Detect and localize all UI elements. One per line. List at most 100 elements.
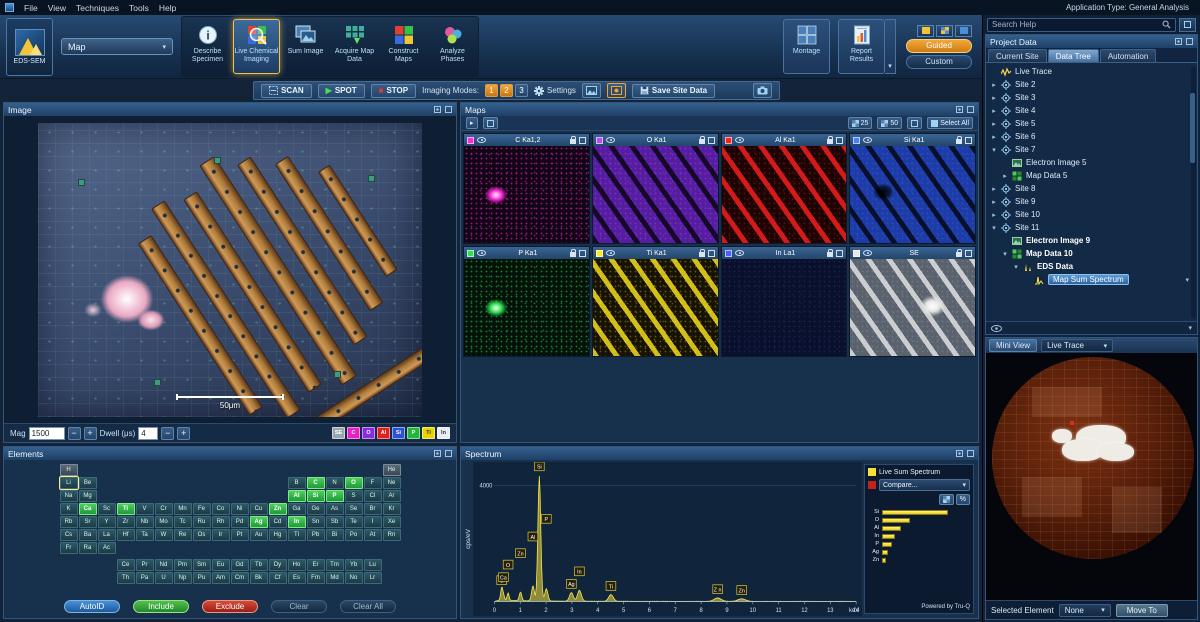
element-cell-k[interactable]: K bbox=[60, 503, 78, 515]
map-header-ti-ka1[interactable]: Ti Ka1 bbox=[593, 247, 718, 259]
visibility-icon[interactable] bbox=[863, 250, 872, 256]
expander-icon[interactable]: ▾ bbox=[990, 146, 998, 154]
scan-button[interactable]: SCAN bbox=[261, 84, 312, 98]
element-cell-he[interactable]: He bbox=[383, 464, 401, 476]
visibility-icon[interactable] bbox=[863, 137, 872, 143]
element-cell-ne[interactable]: Ne bbox=[383, 477, 401, 489]
element-cell-rn[interactable]: Rn bbox=[383, 529, 401, 541]
element-cell-yb[interactable]: Yb bbox=[345, 559, 363, 571]
element-cell-co[interactable]: Co bbox=[212, 503, 230, 515]
imaging-mode-2-button[interactable]: 2 bbox=[500, 84, 513, 97]
lock-icon[interactable] bbox=[699, 139, 705, 144]
tree-item-site-9[interactable]: ▸Site 9 bbox=[986, 195, 1197, 208]
construct-maps-button[interactable]: Construct Maps bbox=[380, 19, 427, 74]
move-to-button[interactable]: Move To bbox=[1116, 604, 1168, 617]
map-header-o-ka1[interactable]: O Ka1 bbox=[593, 134, 718, 146]
element-cell-f[interactable]: F bbox=[364, 477, 382, 489]
overlay-toggle-si[interactable]: Si bbox=[392, 427, 405, 439]
expand-icon[interactable] bbox=[708, 250, 715, 257]
spot-button[interactable]: ▶SPOT bbox=[318, 84, 365, 98]
element-cell-dy[interactable]: Dy bbox=[269, 559, 287, 571]
tree-item-site-8[interactable]: ▸Site 8 bbox=[986, 182, 1197, 195]
dwell-input[interactable] bbox=[138, 427, 158, 440]
expand-icon[interactable] bbox=[579, 137, 586, 144]
tab-current-site[interactable]: Current Site bbox=[988, 49, 1047, 62]
grid-25-button[interactable]: 25 bbox=[848, 117, 873, 129]
element-cell-sm[interactable]: Sm bbox=[193, 559, 211, 571]
element-cell-al[interactable]: Al bbox=[288, 490, 306, 502]
element-cell-ho[interactable]: Ho bbox=[288, 559, 306, 571]
map-image-o-ka1[interactable] bbox=[593, 146, 718, 243]
report-results-button[interactable]: Report Results bbox=[838, 19, 885, 74]
element-cell-v[interactable]: V bbox=[136, 503, 154, 515]
visibility-icon[interactable] bbox=[606, 250, 615, 256]
element-cell-ar[interactable]: Ar bbox=[383, 490, 401, 502]
element-cell-no[interactable]: No bbox=[345, 572, 363, 584]
map-image-se[interactable] bbox=[850, 259, 975, 356]
element-cell-in[interactable]: In bbox=[288, 516, 306, 528]
tree-item-eds-data[interactable]: ▾EDS Data bbox=[986, 260, 1197, 273]
map-header-al-ka1[interactable]: Al Ka1 bbox=[722, 134, 847, 146]
element-cell-sr[interactable]: Sr bbox=[79, 516, 97, 528]
element-cell-la[interactable]: La bbox=[98, 529, 116, 541]
element-cell-ga[interactable]: Ga bbox=[288, 503, 306, 515]
map-image-in-la1[interactable] bbox=[722, 259, 847, 356]
panel-restore-icon[interactable] bbox=[956, 106, 963, 113]
element-cell-th[interactable]: Th bbox=[117, 572, 135, 584]
element-cell-hg[interactable]: Hg bbox=[269, 529, 287, 541]
element-cell-ba[interactable]: Ba bbox=[79, 529, 97, 541]
element-cell-np[interactable]: Np bbox=[174, 572, 192, 584]
panel-restore-icon[interactable] bbox=[434, 450, 441, 457]
sem-image[interactable]: 50μm bbox=[38, 123, 422, 417]
element-cell-u[interactable]: U bbox=[155, 572, 173, 584]
settings-button[interactable]: Settings bbox=[534, 86, 576, 96]
element-cell-xe[interactable]: Xe bbox=[383, 516, 401, 528]
lock-icon[interactable] bbox=[570, 252, 576, 257]
help-panel-button[interactable] bbox=[1179, 18, 1196, 32]
element-cell-mn[interactable]: Mn bbox=[174, 503, 192, 515]
dwell-decrease-button[interactable]: − bbox=[161, 427, 174, 440]
imaging-mode-1-button[interactable]: 1 bbox=[485, 84, 498, 97]
include-button[interactable]: Include bbox=[133, 600, 189, 613]
guided-button[interactable]: Guided bbox=[906, 39, 972, 53]
expand-icon[interactable] bbox=[965, 137, 972, 144]
map-header-p-ka1[interactable]: P Ka1 bbox=[464, 247, 589, 259]
expander-icon[interactable]: ▸ bbox=[990, 185, 998, 193]
expand-icon[interactable] bbox=[708, 137, 715, 144]
map-image-si-ka1[interactable] bbox=[850, 146, 975, 243]
expander-icon[interactable]: ▸ bbox=[990, 198, 998, 206]
tree-item-site-5[interactable]: ▸Site 5 bbox=[986, 117, 1197, 130]
mini-view-source-dropdown[interactable]: Live Trace▾ bbox=[1041, 339, 1113, 352]
element-cell-ca[interactable]: Ca bbox=[79, 503, 97, 515]
element-cell-as[interactable]: As bbox=[326, 503, 344, 515]
tree-item-site-2[interactable]: ▸Site 2 bbox=[986, 78, 1197, 91]
sum-image-button[interactable]: Sum Image bbox=[282, 19, 329, 74]
element-cell-au[interactable]: Au bbox=[250, 529, 268, 541]
element-cell-mo[interactable]: Mo bbox=[155, 516, 173, 528]
visibility-icon[interactable] bbox=[477, 137, 486, 143]
tree-item-live-trace[interactable]: Live Trace bbox=[986, 65, 1197, 78]
mag-input[interactable] bbox=[29, 427, 65, 440]
element-cell-pb[interactable]: Pb bbox=[307, 529, 325, 541]
autoid-button[interactable]: AutoID bbox=[64, 600, 120, 613]
imaging-mode-3-button[interactable]: 3 bbox=[515, 84, 528, 97]
element-cell-pa[interactable]: Pa bbox=[136, 572, 154, 584]
element-cell-cu[interactable]: Cu bbox=[250, 503, 268, 515]
element-cell-na[interactable]: Na bbox=[60, 490, 78, 502]
snapshot-button[interactable] bbox=[753, 83, 772, 98]
mini-view-stage[interactable] bbox=[986, 353, 1197, 600]
element-cell-te[interactable]: Te bbox=[345, 516, 363, 528]
element-cell-kr[interactable]: Kr bbox=[383, 503, 401, 515]
expand-icon[interactable] bbox=[579, 250, 586, 257]
element-cell-hf[interactable]: Hf bbox=[117, 529, 135, 541]
element-cell-gd[interactable]: Gd bbox=[231, 559, 249, 571]
expander-icon[interactable]: ▾ bbox=[1001, 250, 1009, 258]
visibility-icon[interactable] bbox=[735, 137, 744, 143]
element-cell-ru[interactable]: Ru bbox=[193, 516, 211, 528]
analyze-phases-button[interactable]: Analyze Phases bbox=[429, 19, 476, 74]
tree-item-site-10[interactable]: ▸Site 10 bbox=[986, 208, 1197, 221]
map-image-al-ka1[interactable] bbox=[722, 146, 847, 243]
expand-icon[interactable] bbox=[965, 250, 972, 257]
expand-icon[interactable] bbox=[836, 137, 843, 144]
acquire-map-data-button[interactable]: Acquire Map Data bbox=[331, 19, 378, 74]
